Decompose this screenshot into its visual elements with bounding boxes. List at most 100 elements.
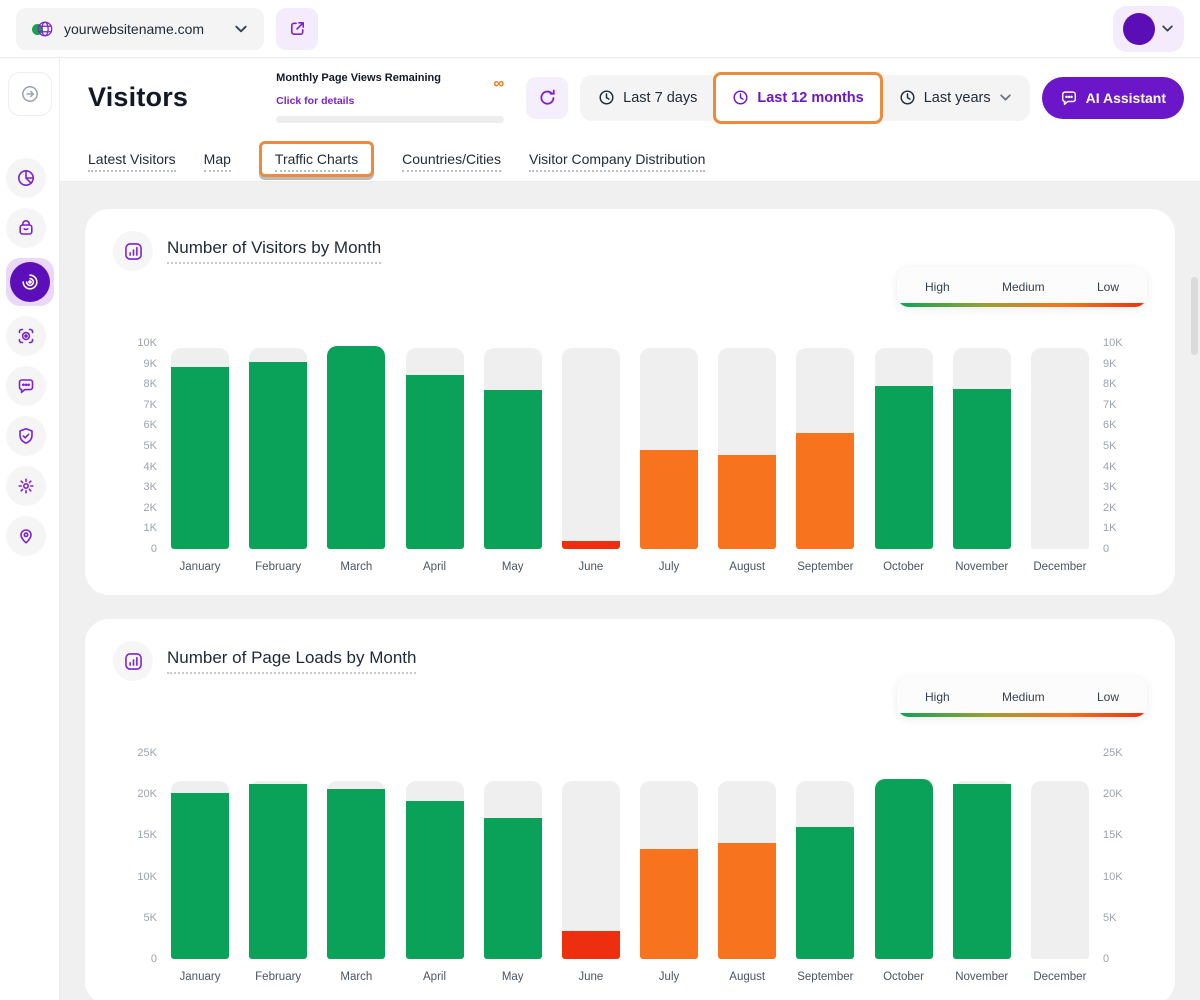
- tab-label: Latest Visitors: [88, 151, 176, 172]
- clock-icon: [732, 89, 749, 106]
- sidebar-item-feedback[interactable]: [6, 366, 46, 406]
- bar-october[interactable]: [875, 753, 933, 959]
- bar-april[interactable]: [406, 753, 464, 959]
- x-axis-label-february: February: [255, 971, 301, 983]
- sidebar-item-web-analytics[interactable]: [10, 262, 50, 302]
- bar-july[interactable]: [640, 343, 698, 549]
- bar-september[interactable]: [796, 753, 854, 959]
- bar-may[interactable]: [484, 343, 542, 549]
- visitors-chart-card: Number of Visitors by MonthHighMediumLow…: [85, 209, 1175, 595]
- bar-fill-medium: [796, 433, 854, 549]
- y-axis-tick-left: 4K: [144, 460, 157, 474]
- bar-august[interactable]: [718, 753, 776, 959]
- x-axis-labels: JanuaryFebruaryMarchAprilMayJuneJulyAugu…: [171, 561, 1089, 573]
- y-axis-tick-left: 5K: [144, 911, 157, 925]
- range-label: Last 12 months: [757, 90, 863, 106]
- chart-legend: HighMediumLow: [897, 267, 1147, 307]
- bar-fill-high: [327, 789, 385, 959]
- page-header: Visitors Monthly Page Views Remaining ∞ …: [60, 58, 1200, 182]
- x-axis-label-february: February: [255, 561, 301, 573]
- quota-details-link[interactable]: Click for details: [276, 95, 354, 107]
- shopping-bag-icon: [16, 218, 36, 238]
- sidebar-item-settings[interactable]: [6, 466, 46, 506]
- page-loads-chart-card: Number of Page Loads by MonthHighMediumL…: [85, 619, 1175, 1000]
- open-website-button[interactable]: [276, 8, 318, 50]
- y-axis-tick-left: 0: [151, 542, 157, 556]
- bar-november[interactable]: [953, 753, 1011, 959]
- bar-january[interactable]: [171, 343, 229, 549]
- range-button-last-7-days[interactable]: Last 7 days: [582, 75, 713, 121]
- tab-latest-visitors[interactable]: Latest Visitors: [88, 151, 176, 167]
- legend-label-high: High: [925, 280, 950, 294]
- x-axis-label-may: May: [502, 561, 524, 573]
- x-axis-label-april: April: [423, 561, 446, 573]
- website-name: yourwebsitename.com: [64, 21, 224, 37]
- tab-visitor-company-distribution[interactable]: Visitor Company Distribution: [529, 151, 705, 167]
- bar-december[interactable]: [1031, 343, 1089, 549]
- tab-label: Visitor Company Distribution: [529, 151, 705, 172]
- sidebar-item-privacy[interactable]: [6, 416, 46, 456]
- website-selector[interactable]: yourwebsitename.com: [16, 8, 264, 50]
- avatar: [1123, 13, 1155, 45]
- scrollbar-thumb[interactable]: [1191, 277, 1198, 355]
- bar-may[interactable]: [484, 753, 542, 959]
- shield-check-icon: [16, 426, 36, 446]
- tab-traffic-charts[interactable]: Traffic Charts: [259, 141, 374, 177]
- legend-gradient-bar: [897, 303, 1147, 307]
- bar-june[interactable]: [562, 343, 620, 549]
- bar-january[interactable]: [171, 753, 229, 959]
- range-button-last-12-months[interactable]: Last 12 months: [713, 72, 882, 124]
- bar-november[interactable]: [953, 343, 1011, 549]
- radar-icon: [20, 272, 40, 292]
- bar-october[interactable]: [875, 343, 933, 549]
- collapse-sidebar-button[interactable]: [8, 72, 52, 116]
- x-axis-label-may: May: [502, 971, 524, 983]
- range-button-last-years[interactable]: Last years: [883, 75, 1028, 121]
- user-menu[interactable]: [1113, 6, 1184, 52]
- x-axis-label-june: June: [578, 561, 603, 573]
- clock-icon: [598, 89, 615, 106]
- bar-april[interactable]: [406, 343, 464, 549]
- y-axis-tick-left: 10K: [137, 336, 157, 350]
- x-axis-label-october: October: [883, 561, 924, 573]
- y-axis-tick-right: 3K: [1103, 480, 1116, 494]
- tab-label: Map: [204, 151, 231, 172]
- x-axis-labels: JanuaryFebruaryMarchAprilMayJuneJulyAugu…: [171, 971, 1089, 983]
- y-axis-tick-right: 20K: [1103, 787, 1123, 801]
- bar-march[interactable]: [327, 753, 385, 959]
- y-axis-tick-right: 2K: [1103, 501, 1116, 515]
- tab-countries-cities[interactable]: Countries/Cities: [402, 151, 501, 167]
- sidebar-item-dashboard[interactable]: [6, 158, 46, 198]
- sidebar-item-location[interactable]: [6, 516, 46, 556]
- bar-december[interactable]: [1031, 753, 1089, 959]
- bar-september[interactable]: [796, 343, 854, 549]
- range-label: Last 7 days: [623, 90, 697, 106]
- chevron-down-icon: [1161, 22, 1174, 35]
- refresh-button[interactable]: [526, 77, 568, 119]
- y-axis-tick-right: 1K: [1103, 521, 1116, 535]
- bar-june[interactable]: [562, 753, 620, 959]
- bar-february[interactable]: [249, 753, 307, 959]
- bar-august[interactable]: [718, 343, 776, 549]
- x-axis-label-december: December: [1033, 971, 1086, 983]
- y-axis-tick-right: 7K: [1103, 398, 1116, 412]
- y-axis-tick-left: 10K: [137, 870, 157, 884]
- y-axis-tick-right: 9K: [1103, 357, 1116, 371]
- y-axis-tick-right: 10K: [1103, 870, 1123, 884]
- chart-header: Number of Visitors by Month: [113, 231, 1147, 271]
- legend-label-medium: Medium: [1002, 690, 1045, 704]
- bar-february[interactable]: [249, 343, 307, 549]
- tab-map[interactable]: Map: [204, 151, 231, 167]
- y-axis-tick-right: 4K: [1103, 460, 1116, 474]
- pie-chart-icon: [16, 168, 36, 188]
- ai-assistant-button[interactable]: AI Assistant: [1042, 77, 1184, 119]
- bar-fill-high: [484, 390, 542, 549]
- bar-july[interactable]: [640, 753, 698, 959]
- website-status-icon: [32, 19, 54, 39]
- sidebar-item-session-recordings[interactable]: [6, 316, 46, 356]
- bar-fill-low: [562, 931, 620, 959]
- sidebar-item-web-analytics-active[interactable]: [6, 258, 54, 306]
- y-axis-tick-right: 5K: [1103, 911, 1116, 925]
- bar-march[interactable]: [327, 343, 385, 549]
- sidebar-item-ecommerce[interactable]: [6, 208, 46, 248]
